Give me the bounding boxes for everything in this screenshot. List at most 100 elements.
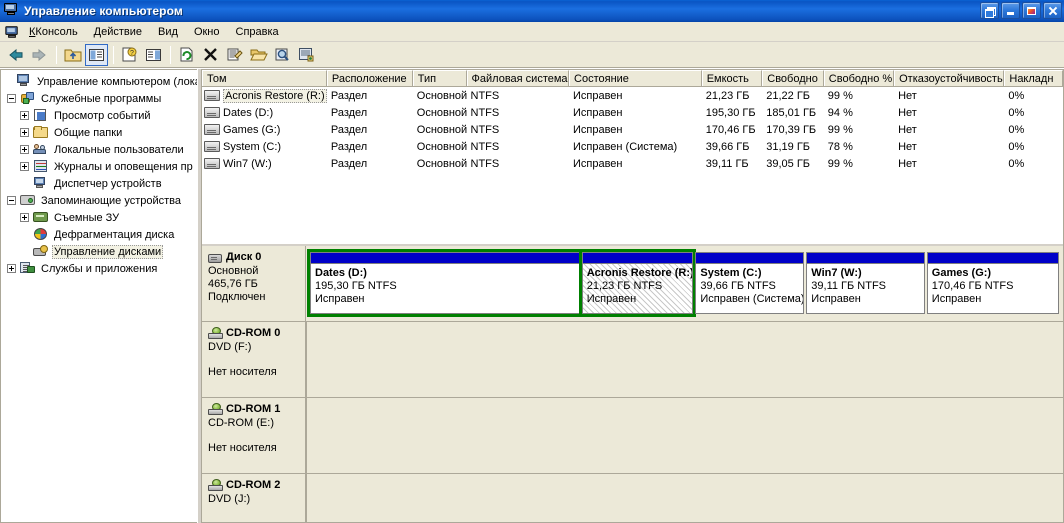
cell-layout: Раздел	[330, 140, 368, 153]
table-row[interactable]: Win7 (W:) Раздел Основной NTFS Исправен …	[202, 155, 1063, 172]
expand-expander-icon[interactable]	[20, 162, 29, 171]
folder-up-icon	[64, 49, 81, 62]
refresh-button[interactable]	[175, 44, 198, 66]
partition-status: Исправен	[811, 293, 861, 305]
restore-window-button[interactable]	[980, 2, 999, 19]
disk-row-disk0[interactable]: Диск 0 Основной 465,76 ГБ Подключен Date…	[202, 246, 1063, 322]
show-action-pane-button[interactable]	[142, 44, 165, 66]
cdrom-status: Нет носителя	[208, 366, 277, 378]
column-header-layout[interactable]: Расположение	[326, 70, 413, 86]
tree-item-storage[interactable]: Запоминающие устройства	[3, 192, 197, 209]
partition-color-bar	[582, 253, 693, 264]
menu-help[interactable]: Справка	[228, 24, 287, 40]
column-header-status[interactable]: Состояние	[569, 70, 702, 86]
column-header-volume[interactable]: Том	[202, 70, 327, 86]
back-button[interactable]	[4, 44, 27, 66]
disk-row-cdrom2[interactable]: CD-ROM 2 DVD (J:)	[202, 474, 1063, 522]
partition-games[interactable]: Games (G:) 170,46 ГБ NTFS Исправен	[926, 252, 1060, 314]
expand-expander-icon[interactable]	[7, 264, 16, 273]
table-row[interactable]: System (C:) Раздел Основной NTFS Исправе…	[202, 138, 1063, 155]
title-bar: Управление компьютером	[0, 0, 1064, 22]
tree-item-removable-storage[interactable]: Съемные ЗУ	[3, 209, 197, 226]
menu-window[interactable]: Окно	[186, 24, 228, 40]
cell-capacity: 39,66 ГБ	[705, 140, 750, 153]
search-button[interactable]	[271, 44, 294, 66]
partition-dates[interactable]: Dates (D:) 195,30 ГБ NTFS Исправен	[307, 249, 583, 317]
rescan-disks-button[interactable]	[295, 44, 318, 66]
column-header-free[interactable]: Свободно	[762, 70, 824, 86]
cell-free-percent: 99 %	[827, 123, 853, 136]
tree-item-system-tools[interactable]: Служебные программы	[3, 90, 197, 107]
disk-row-cdrom1[interactable]: CD-ROM 1 CD-ROM (E:) Нет носителя	[202, 398, 1063, 474]
column-header-overhead[interactable]: Накладн	[1004, 70, 1063, 86]
column-header-fault-tolerance[interactable]: Отказоустойчивость	[894, 70, 1005, 86]
tree-item-performance-logs[interactable]: Журналы и оповещения пр	[3, 158, 197, 175]
disk-info-cdrom2[interactable]: CD-ROM 2 DVD (J:)	[202, 474, 306, 522]
delete-button[interactable]	[199, 44, 222, 66]
cell-status: Исправен	[572, 157, 623, 170]
tree-item-services-applications[interactable]: Службы и приложения	[3, 260, 197, 277]
tree-item-label: Съемные ЗУ	[54, 211, 120, 224]
up-one-level-button[interactable]	[61, 44, 84, 66]
column-header-free-percent[interactable]: Свободно %	[823, 70, 895, 86]
console-icon	[3, 25, 21, 38]
partition-system[interactable]: System (C:) 39,66 ГБ NTFS Исправен (Сист…	[695, 252, 805, 314]
expand-expander-icon[interactable]	[20, 213, 29, 222]
partition-win7[interactable]: Win7 (W:) 39,11 ГБ NTFS Исправен	[806, 252, 925, 314]
menu-view-label: Вид	[158, 25, 178, 38]
partition-title: Dates (D:)	[315, 267, 367, 279]
computer-icon	[16, 74, 32, 89]
tree-item-event-viewer[interactable]: Просмотр событий	[3, 107, 197, 124]
help-button[interactable]: ?	[118, 44, 141, 66]
disk-info-disk0[interactable]: Диск 0 Основной 465,76 ГБ Подключен	[202, 246, 306, 321]
disk-title: CD-ROM 2	[208, 479, 301, 492]
expand-expander-icon[interactable]	[20, 128, 29, 137]
volume-list[interactable]: Том Расположение Тип Файловая система Со…	[202, 70, 1063, 244]
expand-expander-icon[interactable]	[20, 145, 29, 154]
collapse-expander-icon[interactable]	[7, 94, 16, 103]
tree-item-device-manager[interactable]: Диспетчер устройств	[3, 175, 197, 192]
tree-item-label: Запоминающие устройства	[41, 194, 182, 207]
console-tree-pane[interactable]: Управление компьютером (локальн Служебны…	[0, 69, 197, 523]
disk-row-cdrom0[interactable]: CD-ROM 0 DVD (F:) Нет носителя	[202, 322, 1063, 398]
cell-volume: Acronis Restore (R:)	[202, 88, 327, 103]
show-hide-tree-button[interactable]	[85, 43, 108, 66]
volume-icon	[204, 124, 220, 135]
column-header-type[interactable]: Тип	[412, 70, 467, 86]
close-window-button[interactable]	[1043, 2, 1062, 19]
table-row[interactable]: Games (G:) Раздел Основной NTFS Исправен…	[202, 121, 1063, 138]
properties-icon	[227, 48, 243, 61]
menu-view[interactable]: Вид	[150, 24, 186, 40]
tree-item-disk-defragmenter[interactable]: Дефрагментация диска	[3, 226, 197, 243]
partition-color-bar	[696, 253, 804, 264]
disk-title: CD-ROM 0	[208, 327, 301, 340]
collapse-expander-icon[interactable]	[7, 196, 16, 205]
expand-expander-icon[interactable]	[20, 111, 29, 120]
disk-title: Диск 0	[208, 251, 301, 264]
cell-free: 31,19 ГБ	[766, 140, 811, 153]
menu-console[interactable]: ККонсоль	[21, 24, 86, 40]
table-row[interactable]: Acronis Restore (R:) Раздел Основной NTF…	[202, 87, 1063, 104]
tree-item-local-users[interactable]: Локальные пользователи	[3, 141, 197, 158]
perfmon-icon	[33, 159, 49, 174]
tree-item-disk-management[interactable]: Управление дисками	[3, 243, 197, 260]
menu-action[interactable]: Действие	[86, 24, 150, 40]
tree-item-shared-folders[interactable]: Общие папки	[3, 124, 197, 141]
column-header-capacity[interactable]: Емкость	[701, 70, 763, 86]
disk-name: Диск 0	[226, 251, 262, 263]
forward-button[interactable]	[28, 44, 51, 66]
table-row[interactable]: Dates (D:) Раздел Основной NTFS Исправен…	[202, 104, 1063, 121]
tree-item-computer-management[interactable]: Управление компьютером (локальн	[3, 73, 197, 90]
disk-info-cdrom1[interactable]: CD-ROM 1 CD-ROM (E:) Нет носителя	[202, 398, 306, 473]
disk-info-cdrom0[interactable]: CD-ROM 0 DVD (F:) Нет носителя	[202, 322, 306, 397]
partition-details: Acronis Restore (R:) 21,23 ГБ NTFS Испра…	[582, 264, 693, 313]
maximize-window-button[interactable]	[1022, 2, 1041, 19]
minimize-window-button[interactable]	[1001, 2, 1020, 19]
column-header-filesystem[interactable]: Файловая система	[466, 70, 570, 86]
open-button[interactable]	[247, 44, 270, 66]
properties-button[interactable]	[223, 44, 246, 66]
cell-layout: Раздел	[330, 123, 368, 136]
partition-acronis-restore[interactable]: Acronis Restore (R:) 21,23 ГБ NTFS Испра…	[578, 249, 697, 317]
graphical-disk-view[interactable]: Диск 0 Основной 465,76 ГБ Подключен Date…	[202, 244, 1063, 522]
partition-size: 39,11 ГБ NTFS	[811, 280, 886, 292]
